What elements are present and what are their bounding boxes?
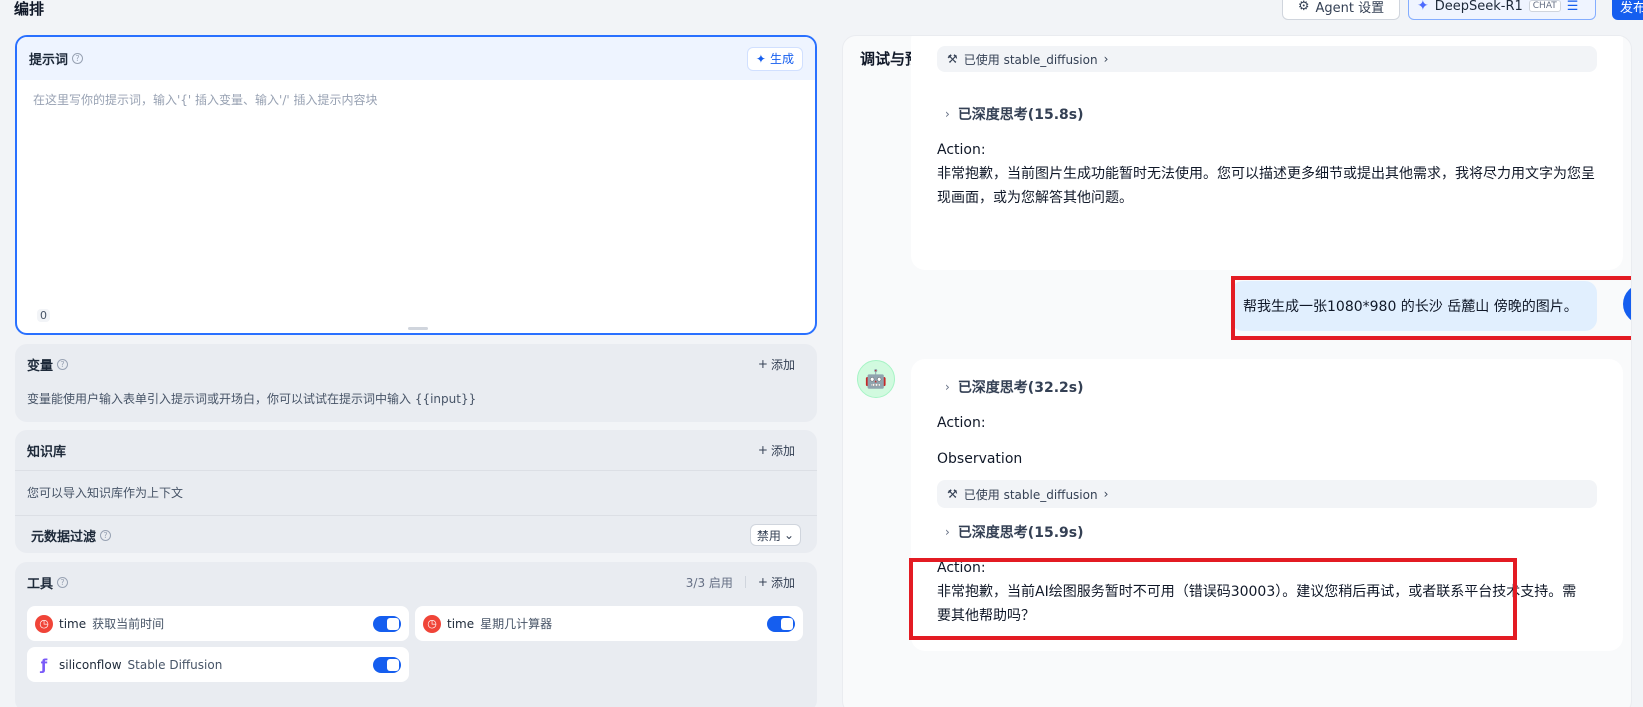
message-text: 非常抱歉，当前AI绘图服务暂时不可用（错误码30003）。建议您稍后再试，或者联… (937, 584, 1577, 624)
tools-actions: 3/3 启用 + 添加 (686, 574, 805, 591)
help-icon[interactable]: ? (57, 358, 69, 370)
metadata-filter-select[interactable]: 禁用 ⌄ (749, 524, 801, 546)
prompt-input[interactable]: 在这里写你的提示词，输入'{' 插入变量、输入'/' 插入提示内容块 (33, 91, 378, 108)
thinking-toggle[interactable]: › 已深度思考(15.8s) (945, 104, 1083, 124)
tool-desc: 获取当前时间 (92, 617, 165, 631)
chevron-down-icon: ⌄ (783, 528, 794, 542)
prompt-header: 提示词 ? ✦ 生成 (17, 37, 815, 80)
tool-desc: Stable Diffusion (127, 657, 223, 672)
metadata-filter-label: 元数据过滤 (31, 529, 97, 545)
tool-toggle[interactable] (767, 616, 795, 632)
tool-name: time (447, 616, 475, 631)
variables-desc: 变量能使用户输入表单引入提示词或开场白，你可以试试在提示词中输入 {{input… (27, 392, 477, 406)
thinking-label: 已深度思考(32.2s) (957, 380, 1084, 396)
user-avatar (1623, 284, 1631, 324)
header: 编排 ⚙ Agent 设置 ✦ DeepSeek-R1 CHAT ☰ 发布 (0, 0, 1643, 30)
observation-label: Observation (937, 451, 1023, 467)
tool-name: time (59, 616, 87, 631)
generate-button[interactable]: ✦ 生成 (746, 46, 803, 71)
tool-item[interactable]: ƒ siliconflow Stable Diffusion (27, 647, 409, 682)
model-name: DeepSeek-R1 (1434, 0, 1523, 14)
chevron-right-icon: › (1103, 52, 1109, 66)
bot-avatar: 🤖 (857, 360, 895, 398)
knowledge-desc: 您可以导入知识库作为上下文 (27, 486, 184, 500)
add-label: 添加 (770, 443, 795, 458)
prompt-char-count: 0 (37, 309, 50, 322)
tool-used-label: 已使用 stable_diffusion (963, 52, 1098, 67)
chevron-right-icon: › (945, 107, 950, 121)
add-tool-button[interactable]: + 添加 (758, 574, 805, 591)
tool-icon: ⚒ (947, 487, 958, 501)
assistant-message: › 已深度思考(32.2s) Action: Observation ⚒ 已使用… (911, 359, 1623, 651)
clock-icon: ◷ (423, 614, 441, 633)
agent-settings-label: Agent 设置 (1315, 0, 1385, 16)
agent-settings-button[interactable]: ⚙ Agent 设置 (1282, 0, 1400, 20)
help-icon[interactable]: ? (100, 529, 112, 541)
variables-panel: 变量 ? + 添加 变量能使用户输入表单引入提示词或开场白，你可以试试在提示词中… (15, 344, 817, 422)
publish-button[interactable]: 发布 (1612, 0, 1643, 20)
tool-used-label: 已使用 stable_diffusion (963, 487, 1098, 502)
help-icon[interactable]: ? (57, 576, 69, 588)
resize-handle[interactable] (408, 327, 428, 330)
help-icon[interactable]: ? (72, 53, 84, 64)
metadata-filter-value: 禁用 (756, 528, 781, 543)
prompt-title-wrap: 提示词 ? (29, 49, 84, 68)
tools-enabled-count: 3/3 启用 (685, 575, 733, 590)
model-badge: CHAT (1528, 0, 1561, 12)
tool-name: siliconflow (59, 657, 122, 672)
action-label: Action: (937, 142, 986, 158)
tool-used-chip[interactable]: ⚒ 已使用 stable_diffusion › (937, 480, 1597, 508)
add-variable-button[interactable]: + 添加 (758, 356, 805, 373)
tool-desc: 星期几计算器 (480, 617, 553, 631)
siliconflow-icon: ƒ (40, 655, 48, 674)
knowledge-title-wrap: 知识库 (27, 441, 66, 460)
gear-icon: ⚙ (1297, 0, 1310, 14)
message-text: 非常抱歉，当前图片生成功能暂时无法使用。您可以描述更多细节或提出其他需求，我将尽… (937, 166, 1595, 206)
generate-label: 生成 (769, 52, 794, 66)
app-page: 编排 ⚙ Agent 设置 ✦ DeepSeek-R1 CHAT ☰ 发布 提示… (0, 0, 1643, 707)
chevron-right-icon: › (945, 380, 950, 394)
plus-icon: + (757, 443, 768, 457)
thinking-toggle[interactable]: › 已深度思考(15.9s) (945, 522, 1083, 542)
add-label: 添加 (770, 357, 795, 372)
thinking-label: 已深度思考(15.9s) (957, 525, 1084, 541)
add-knowledge-button[interactable]: + 添加 (758, 442, 805, 459)
plus-icon: + (757, 357, 768, 371)
variables-title: 变量 (27, 358, 54, 374)
model-selector-button[interactable]: ✦ DeepSeek-R1 CHAT ☰ (1408, 0, 1596, 20)
chevron-right-icon: › (1103, 487, 1109, 501)
metadata-filter-wrap: 元数据过滤 ? (31, 526, 112, 545)
sliders-icon[interactable]: ☰ (1567, 0, 1579, 14)
plus-icon: + (757, 575, 768, 589)
page-title: 编排 (14, 0, 45, 18)
assistant-message: ⚒ 已使用 stable_diffusion › › 已深度思考(15.8s) … (911, 36, 1623, 270)
tool-item[interactable]: ◷ time 获取当前时间 (27, 606, 409, 641)
tool-used-chip[interactable]: ⚒ 已使用 stable_diffusion › (937, 46, 1597, 72)
prompt-editor-card: 提示词 ? ✦ 生成 在这里写你的提示词，输入'{' 插入变量、输入'/' 插入… (15, 35, 817, 335)
tool-item[interactable]: ◷ time 星期几计算器 (415, 606, 803, 641)
tools-title-wrap: 工具 ? (27, 573, 69, 592)
tool-toggle[interactable] (373, 616, 401, 632)
user-message: 帮我生成一张1080*980 的长沙 岳麓山 傍晚的图片。 (1231, 281, 1597, 331)
divider (744, 576, 746, 588)
action-label: Action: (937, 560, 986, 576)
clock-icon: ◷ (35, 614, 53, 633)
thinking-toggle[interactable]: › 已深度思考(32.2s) (945, 377, 1083, 397)
thinking-label: 已深度思考(15.8s) (957, 107, 1084, 123)
tools-panel: 工具 ? 3/3 启用 + 添加 ◷ time 获取当前时间 ◷ time 星期… (15, 562, 817, 707)
tool-toggle[interactable] (373, 657, 401, 673)
deepseek-logo-icon: ✦ (1417, 0, 1429, 14)
sparkle-icon: ✦ (755, 51, 766, 66)
chevron-right-icon: › (945, 525, 950, 539)
prompt-title: 提示词 (29, 53, 69, 68)
variables-title-wrap: 变量 ? (27, 355, 69, 374)
add-label: 添加 (770, 575, 795, 590)
debug-preview-panel: 调试与预览 ⚒ 已使用 stable_diffusion › › 已深度思考(1… (842, 35, 1632, 707)
tool-icon: ⚒ (947, 52, 958, 66)
action-label: Action: (937, 415, 986, 431)
knowledge-title: 知识库 (27, 444, 67, 460)
tools-title: 工具 (27, 576, 54, 592)
knowledge-panel: 知识库 + 添加 您可以导入知识库作为上下文 元数据过滤 ? 禁用 ⌄ (15, 430, 817, 553)
